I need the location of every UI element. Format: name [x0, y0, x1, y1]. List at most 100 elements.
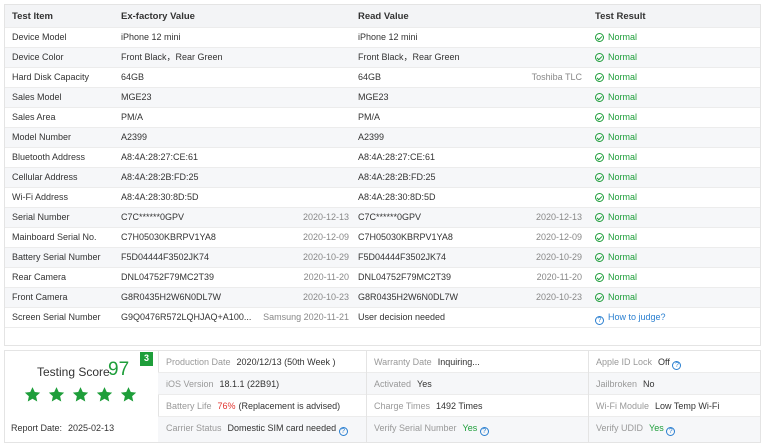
check-circle-icon: [595, 273, 604, 282]
wifi-module-label: Wi-Fi Module: [596, 401, 650, 411]
ex-factory-sub: Samsung 2020-11-21: [263, 312, 349, 322]
ex-factory-value: A8:4A:28:27:CE:61: [121, 148, 357, 167]
ex-factory-text: G8R0435H2W6N0DL7W: [121, 292, 222, 302]
read-sub: 2020-10-23: [535, 292, 582, 302]
ex-factory-text: MGE23: [121, 92, 152, 102]
ex-factory-value: G9Q0476R572LQHJAQ+A100... Samsung 2020-11…: [121, 308, 357, 327]
check-circle-icon: [595, 53, 604, 62]
report-date-value: 2025-02-13: [68, 423, 115, 433]
test-item: Device Model: [12, 32, 67, 42]
ex-factory-text: PM/A: [121, 112, 144, 122]
check-circle-icon: [595, 93, 604, 102]
battery-life-value: 76%: [217, 401, 236, 411]
test-result: Normal: [595, 108, 755, 127]
read-value: MGE23: [358, 88, 590, 107]
table-row: Sales Area PM/A PM/A Normal: [5, 108, 760, 128]
table-row: Hard Disk Capacity 64GB 64GB Toshiba TLC Nor…: [5, 68, 760, 88]
read-text: iPhone 12 mini: [358, 32, 418, 42]
verify-serial-value: Yes: [462, 423, 478, 433]
read-text: User decision needed: [358, 312, 446, 322]
test-result: Normal: [595, 168, 755, 187]
verify-udid-value: Yes: [649, 423, 664, 433]
ex-factory-value: 64GB: [121, 68, 357, 87]
test-item: Screen Serial Number: [12, 312, 101, 322]
test-result-text: Normal: [608, 92, 638, 102]
divider: [588, 351, 589, 442]
wifi-module-value: Low Temp Wi-Fi: [655, 401, 720, 411]
how-to-judge-link[interactable]: ? How to judge?: [595, 308, 755, 327]
ex-factory-value: Front Black，Rear Green: [121, 48, 357, 67]
check-circle-icon: [595, 233, 604, 242]
read-sub: 2020-12-09: [535, 232, 582, 242]
test-item: Wi-Fi Address: [12, 192, 69, 202]
device-info-grid: Production Date 2020/12/13 (50th Week ) W…: [158, 351, 760, 442]
testing-score-value: 97: [108, 359, 130, 380]
test-result: Normal: [595, 128, 755, 147]
test-result-text: Normal: [608, 32, 638, 42]
read-value: A2399: [358, 128, 590, 147]
read-sub: 2020-10-29: [535, 252, 582, 262]
header-read-value: Read Value: [358, 11, 409, 22]
table-row: Rear Camera DNL04752F79MC2T39 2020-11-20 DN…: [5, 268, 760, 288]
verify-udid-label: Verify UDID: [596, 423, 644, 433]
ex-factory-value: iPhone 12 mini: [121, 28, 357, 47]
test-result: Normal: [595, 88, 755, 107]
warranty-date-label: Warranty Date: [374, 357, 432, 367]
header-ex-factory-value: Ex-factory Value: [121, 11, 195, 22]
ex-factory-text: iPhone 12 mini: [121, 32, 181, 42]
info-row-1: Production Date 2020/12/13 (50th Week ) W…: [158, 351, 760, 373]
ex-factory-value: PM/A: [121, 108, 357, 127]
ex-factory-sub: 2020-11-20: [303, 272, 349, 282]
jailbroken-value: No: [643, 379, 655, 389]
test-result: Normal: [595, 268, 755, 287]
star-icon: [120, 387, 137, 402]
check-circle-icon: [595, 153, 604, 162]
read-value: Front Black，Rear Green: [358, 48, 590, 67]
question-icon[interactable]: ?: [666, 427, 676, 436]
charge-times-label: Charge Times: [374, 401, 431, 411]
test-result-text: Normal: [608, 52, 638, 62]
question-icon[interactable]: ?: [672, 361, 682, 370]
test-result-text: Normal: [608, 172, 638, 182]
read-value: C7C******0GPV 2020-12-13: [358, 208, 590, 227]
test-result-text: Normal: [608, 252, 638, 262]
ex-factory-value: A2399: [121, 128, 357, 147]
test-result: Normal: [595, 48, 755, 67]
question-icon[interactable]: ?: [479, 427, 489, 436]
ex-factory-text: DNL04752F79MC2T39: [121, 272, 215, 282]
read-text: DNL04752F79MC2T39: [358, 272, 452, 282]
score-badge: 3: [140, 352, 153, 366]
test-result-text: Normal: [608, 72, 638, 82]
test-item: Rear Camera: [12, 272, 67, 282]
check-circle-icon: [595, 253, 604, 262]
ex-factory-value: C7H05030KBRPV1YA8 2020-12-09: [121, 228, 357, 247]
apple-id-lock-label: Apple ID Lock: [596, 357, 653, 367]
ex-factory-value: MGE23: [121, 88, 357, 107]
testing-score-panel: Testing Score 97 3 Report Date: 2025-02-1…: [5, 351, 158, 442]
read-text: Front Black，Rear Green: [358, 52, 460, 62]
table-row: Screen Serial Number G9Q0476R572LQHJAQ+A1…: [5, 308, 760, 328]
read-value: PM/A: [358, 108, 590, 127]
carrier-status-label: Carrier Status: [166, 423, 222, 433]
table-row: Serial Number C7C******0GPV 2020-12-13 C7C*…: [5, 208, 760, 228]
read-text: C7H05030KBRPV1YA8: [358, 232, 453, 242]
header-test-item: Test Item: [12, 11, 54, 22]
read-sub: 2020-11-20: [536, 272, 582, 282]
star-icon: [96, 387, 113, 402]
ex-factory-sub: 2020-12-09: [302, 232, 349, 242]
read-value: DNL04752F79MC2T39 2020-11-20: [358, 268, 590, 287]
table-row: Sales Model MGE23 MGE23 Normal: [5, 88, 760, 108]
read-text: C7C******0GPV: [358, 212, 422, 222]
test-result-text: How to judge?: [608, 312, 666, 322]
test-item: Device Color: [12, 52, 64, 62]
ex-factory-text: A2399: [121, 132, 148, 142]
test-result: Normal: [595, 28, 755, 47]
test-item: Cellular Address: [12, 172, 78, 182]
question-icon[interactable]: ?: [338, 427, 348, 436]
ex-factory-sub: 2020-10-29: [302, 252, 349, 262]
read-value: iPhone 12 mini: [358, 28, 590, 47]
test-result: Normal: [595, 148, 755, 167]
test-item: Hard Disk Capacity: [12, 72, 90, 82]
check-circle-icon: [595, 73, 604, 82]
check-circle-icon: [595, 173, 604, 182]
